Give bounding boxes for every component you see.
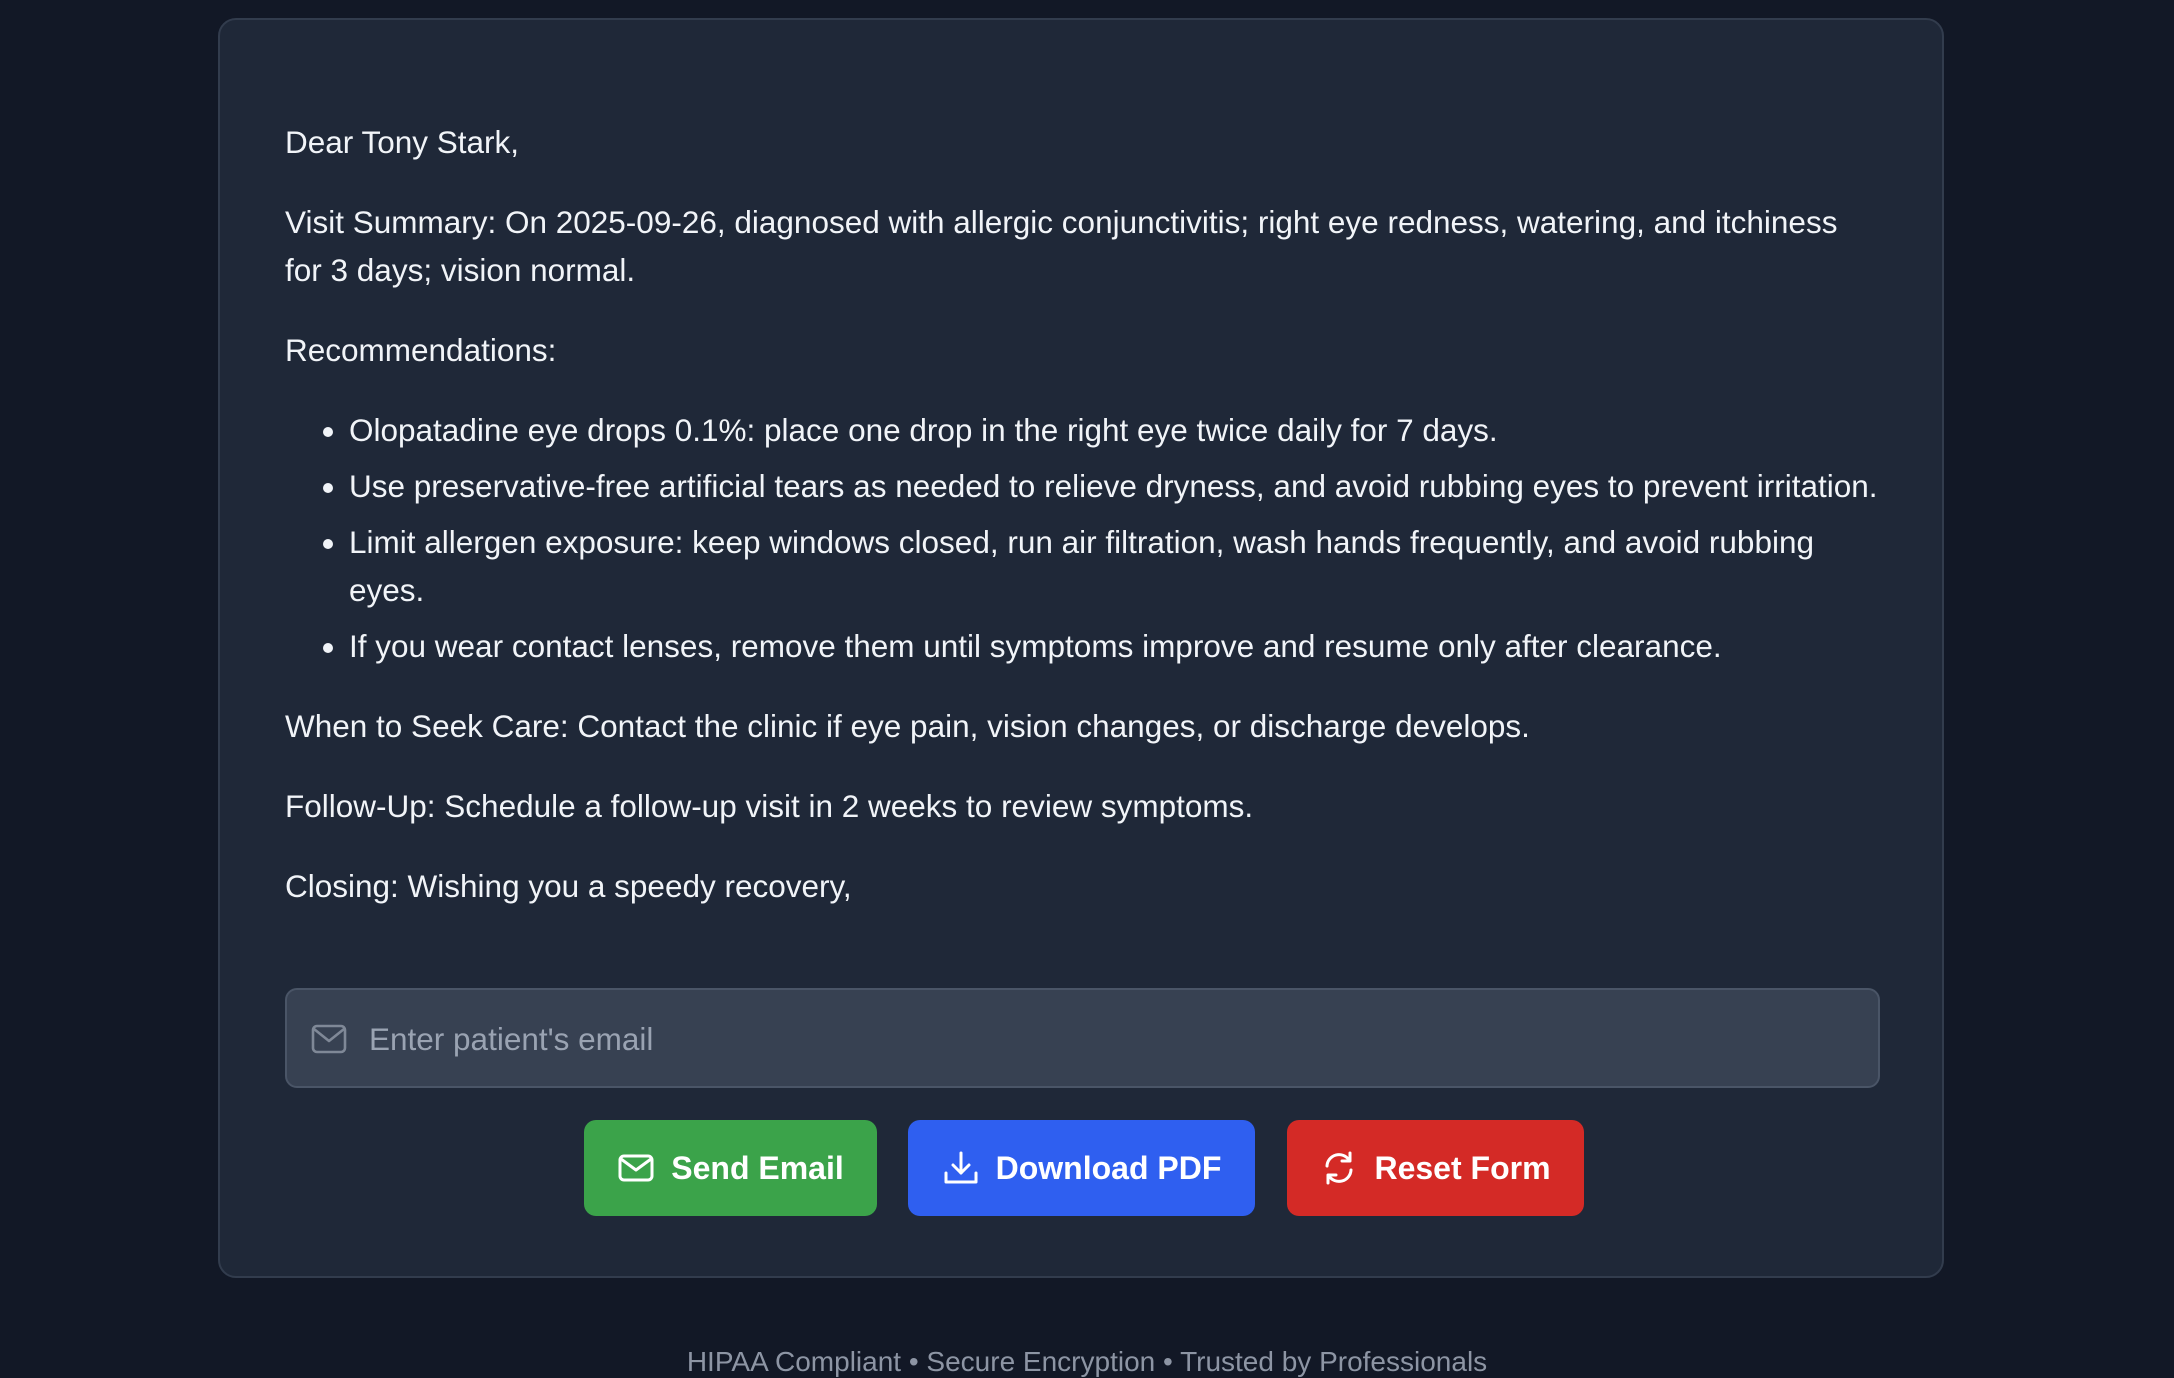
recommendations-list: Olopatadine eye drops 0.1%: place one dr… bbox=[285, 406, 1880, 670]
download-pdf-button[interactable]: Download PDF bbox=[908, 1120, 1255, 1216]
letter-card: Dear Tony Stark, Visit Summary: On 2025-… bbox=[218, 18, 1944, 1278]
reset-form-label: Reset Form bbox=[1374, 1149, 1551, 1186]
follow-up-text: Follow-Up: Schedule a follow-up visit in… bbox=[285, 788, 1254, 824]
closing-text: Closing: Wishing you a speedy recovery, bbox=[285, 868, 852, 904]
download-icon bbox=[944, 1151, 978, 1184]
recommendation-item: If you wear contact lenses, remove them … bbox=[349, 622, 1880, 670]
letter-body: Dear Tony Stark, Visit Summary: On 2025-… bbox=[285, 118, 1880, 942]
mail-icon bbox=[311, 1024, 347, 1054]
seek-care-text: When to Seek Care: Contact the clinic if… bbox=[285, 708, 1530, 744]
patient-email-field[interactable] bbox=[285, 988, 1880, 1088]
recommendation-item: Limit allergen exposure: keep windows cl… bbox=[349, 518, 1880, 614]
letter-greeting: Dear Tony Stark, bbox=[285, 124, 520, 160]
refresh-icon bbox=[1325, 1151, 1353, 1185]
mail-icon bbox=[618, 1154, 654, 1182]
recommendation-item: Use preservative-free artificial tears a… bbox=[349, 462, 1880, 510]
send-email-button[interactable]: Send Email bbox=[584, 1120, 877, 1216]
send-email-label: Send Email bbox=[671, 1149, 844, 1186]
footer-tagline: HIPAA Compliant • Secure Encryption • Tr… bbox=[686, 1346, 1488, 1377]
reset-form-button[interactable]: Reset Form bbox=[1287, 1120, 1584, 1216]
recommendation-item: Olopatadine eye drops 0.1%: place one dr… bbox=[349, 406, 1880, 454]
recommendations-heading: Recommendations: bbox=[285, 332, 557, 368]
patient-email-input[interactable] bbox=[367, 990, 1861, 1088]
download-pdf-label: Download PDF bbox=[995, 1149, 1222, 1186]
visit-summary: Visit Summary: On 2025-09-26, diagnosed … bbox=[285, 204, 1838, 288]
